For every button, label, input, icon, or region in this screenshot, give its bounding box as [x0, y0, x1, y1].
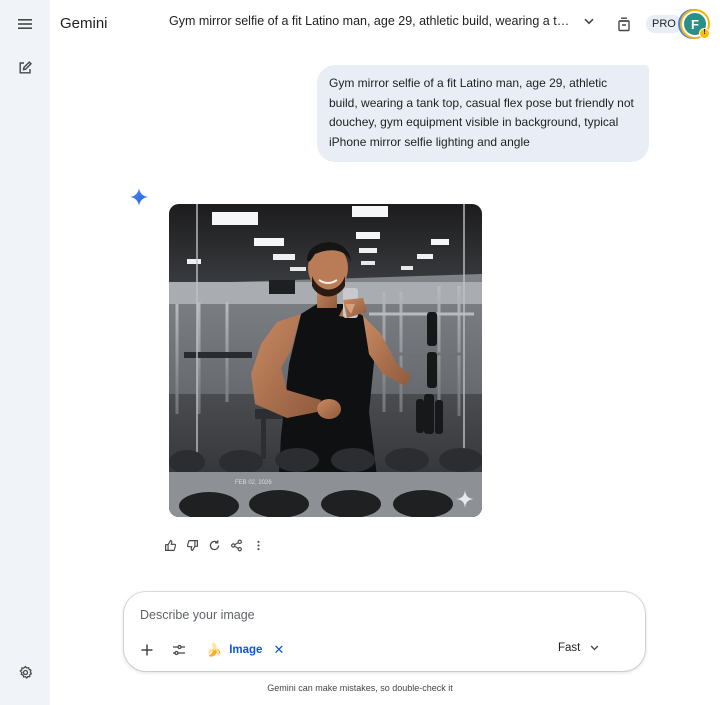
- share-icon[interactable]: [227, 536, 245, 554]
- side-rail: [0, 0, 50, 705]
- conversation-title: Gym mirror selfie of a fit Latino man, a…: [169, 14, 574, 28]
- generated-image[interactable]: FEB 02, 2026: [169, 204, 482, 517]
- model-selector[interactable]: Fast: [558, 642, 599, 654]
- thumbs-up-icon[interactable]: [161, 536, 179, 554]
- menu-icon[interactable]: [12, 11, 38, 37]
- prompt-composer: 🍌 Image ✕ Fast: [124, 592, 645, 671]
- conversation-title-dropdown[interactable]: Gym mirror selfie of a fit Latino man, a…: [169, 14, 599, 28]
- image-tool-chip: 🍌 Image ✕: [206, 642, 284, 658]
- chevron-down-icon: [584, 18, 594, 24]
- prompt-input[interactable]: [140, 604, 620, 626]
- plan-badge: PRO: [646, 15, 682, 33]
- response-actions: [161, 536, 267, 554]
- app-logo[interactable]: Gemini: [60, 15, 108, 32]
- settings-icon[interactable]: [12, 659, 38, 685]
- temporary-chat-icon[interactable]: [614, 14, 634, 34]
- thumbs-down-icon[interactable]: [183, 536, 201, 554]
- avatar[interactable]: F !: [682, 11, 710, 39]
- more-vert-icon[interactable]: [249, 536, 267, 554]
- banana-icon: 🍌: [206, 642, 223, 657]
- disclaimer: Gemini can make mistakes, so double-chec…: [267, 683, 453, 693]
- new-chat-icon[interactable]: [12, 55, 38, 81]
- top-bar: Gemini Gym mirror selfie of a fit Latino…: [50, 0, 720, 48]
- notification-badge-icon: !: [699, 28, 710, 39]
- avatar-initial: F: [691, 16, 699, 32]
- redo-icon[interactable]: [205, 536, 223, 554]
- close-icon[interactable]: ✕: [273, 642, 284, 658]
- gemini-spark-icon: [130, 188, 148, 206]
- image-date-stamp: FEB 02, 2026: [235, 480, 272, 486]
- model-label: Fast: [558, 642, 581, 654]
- user-prompt-bubble: Gym mirror selfie of a fit Latino man, a…: [317, 65, 649, 162]
- image-tool-label[interactable]: Image: [229, 644, 262, 656]
- chevron-down-icon: [590, 645, 599, 651]
- tools-icon[interactable]: [169, 640, 189, 660]
- add-icon[interactable]: [137, 640, 157, 660]
